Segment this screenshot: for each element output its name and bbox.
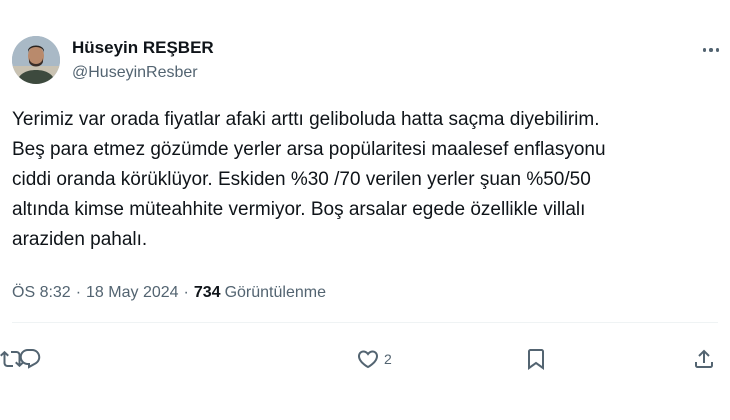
tweet-text-line: Beş para etmez gözümde yerler arsa popül… bbox=[12, 139, 606, 160]
tweet-meta: ÖS 8:32 · 18 May 2024 · 734 Görüntülenme bbox=[12, 284, 326, 302]
tweet-text-line: altında kimse müteahhite vermiyor. Boş a… bbox=[12, 199, 586, 220]
avatar[interactable] bbox=[12, 36, 60, 84]
action-bar: 2 bbox=[0, 344, 730, 374]
share-button[interactable] bbox=[692, 344, 716, 374]
heart-icon bbox=[357, 350, 379, 369]
retweet-icon bbox=[0, 350, 24, 368]
like-count: 2 bbox=[384, 351, 392, 367]
meta-separator: · bbox=[75, 284, 82, 301]
tweet-time[interactable]: ÖS 8:32 bbox=[12, 284, 71, 302]
tweet-date[interactable]: 18 May 2024 bbox=[86, 284, 179, 302]
dot bbox=[702, 48, 707, 52]
dot bbox=[715, 48, 720, 52]
bookmark-icon bbox=[528, 349, 544, 370]
more-options-icon[interactable] bbox=[696, 38, 726, 62]
tweet-text-line: araziden pahalı. bbox=[12, 229, 148, 250]
views-label: Görüntülenme bbox=[224, 284, 326, 301]
author-name[interactable]: Hüseyin REŞBER bbox=[72, 38, 214, 58]
like-button[interactable]: 2 bbox=[356, 344, 392, 374]
tweet-text-line: Yerimiz var orada fiyatlar afaki arttı g… bbox=[12, 109, 600, 130]
retweet-button[interactable] bbox=[0, 344, 24, 374]
tweet-text: Yerimiz var orada fiyatlar afaki arttı g… bbox=[12, 105, 718, 255]
meta-separator: · bbox=[183, 284, 189, 301]
views-count: 734 bbox=[193, 284, 221, 301]
author-handle[interactable]: @HuseyinResber bbox=[72, 64, 198, 82]
divider bbox=[12, 322, 718, 323]
tweet-text-line: ciddi oranda körüklüyor. Eskiden %30 /70… bbox=[12, 169, 591, 190]
share-icon bbox=[695, 349, 713, 368]
avatar-image bbox=[12, 36, 60, 84]
bookmark-button[interactable] bbox=[524, 344, 548, 374]
tweet-card: Hüseyin REŞBER @HuseyinResber Yerimiz va… bbox=[0, 0, 730, 420]
dot bbox=[709, 48, 713, 52]
